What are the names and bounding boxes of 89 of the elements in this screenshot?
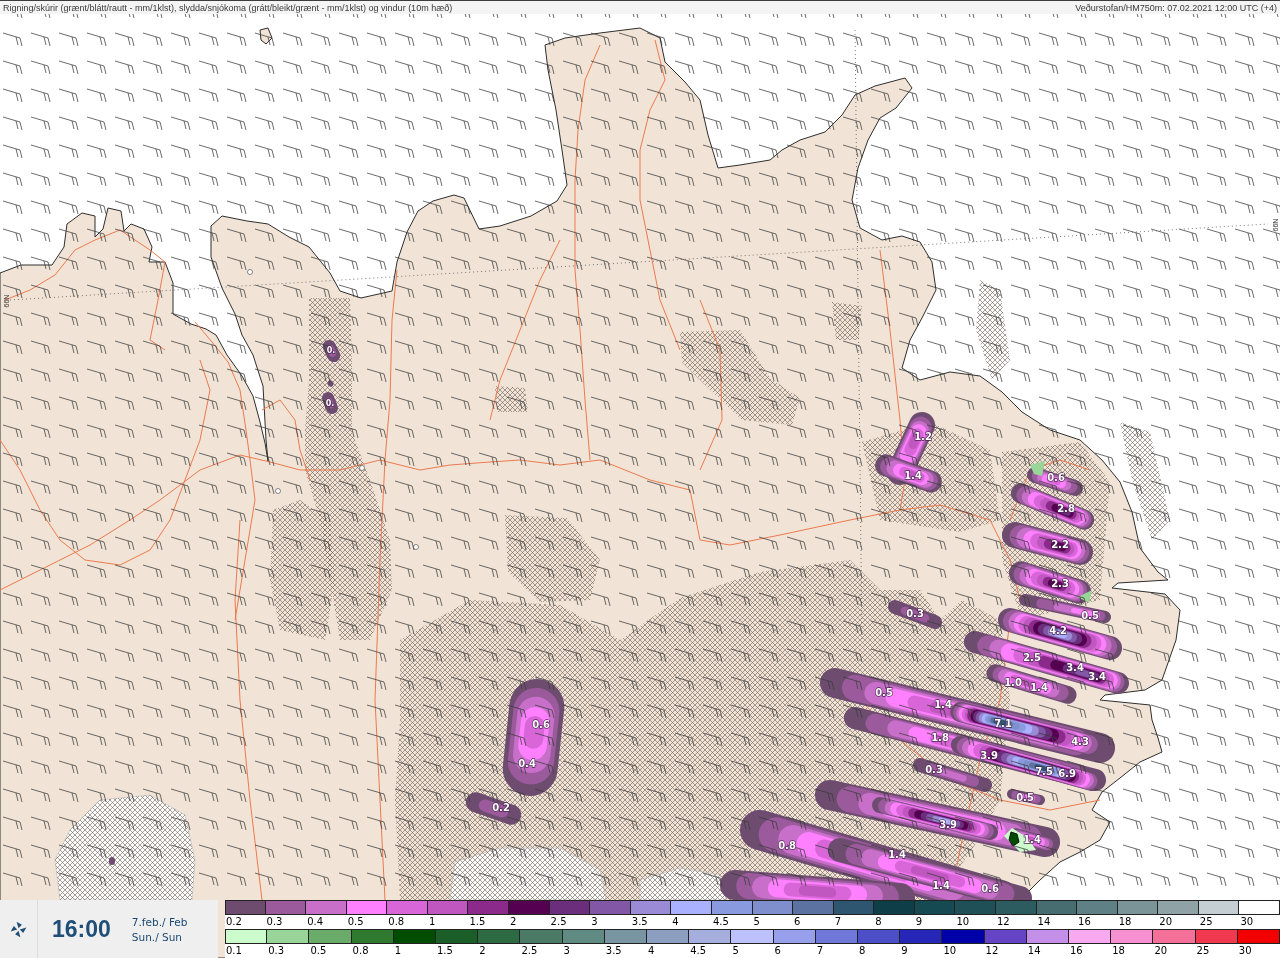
legend-value: 14: [1036, 915, 1051, 928]
legend-value: 25: [1198, 915, 1213, 928]
legend-value: 2.5: [520, 944, 538, 957]
precipitation-value: 0.2: [492, 801, 510, 813]
precipitation-value: 3.4: [1088, 670, 1106, 682]
pinwheel-icon: [10, 920, 27, 938]
legend-value: 4.5: [689, 944, 707, 957]
precipitation-value: 2.2: [1051, 538, 1069, 550]
date-label: 7.feb./ Feb: [131, 915, 188, 928]
precipitation-value: 0.8: [778, 839, 796, 851]
legend-value: 0.8: [351, 944, 369, 957]
legend-value: 18: [1111, 944, 1125, 957]
legend-value: 0.5: [346, 915, 364, 928]
legend-value: 6: [773, 944, 781, 957]
legend-value: 10: [942, 944, 957, 957]
legend-value: 1: [427, 915, 436, 928]
precipitation-value: 2.8: [1057, 502, 1075, 514]
time-label: 16:00: [52, 916, 111, 942]
precipitation-value: 4.3: [1071, 735, 1089, 747]
map-title: Rigning/skúrir (grænt/blátt/rautt - mm/1klst), slydda/snjókoma (grátt/bleikt/grænt - mm/1klst) og vindur (10m hæð): [3, 1, 453, 14]
legend-value: 4.5: [711, 915, 729, 928]
precipitation-value: 0.6: [532, 718, 550, 730]
precipitation-value: 0.5: [1081, 609, 1099, 621]
legend-value: 3: [590, 915, 598, 928]
legend-value: 12: [995, 915, 1010, 928]
legend-value: 0.3: [265, 915, 283, 928]
legend-value: 1.5: [468, 915, 486, 928]
precipitation-value: 1.4: [888, 848, 906, 860]
legend-value: 12: [984, 944, 999, 957]
legend-value: 2: [478, 944, 486, 957]
precipitation-value: 1.4: [932, 879, 950, 891]
legend-value: 1: [393, 944, 402, 957]
precipitation-value: 2.3: [1051, 577, 1069, 589]
precipitation-value: 1.4: [1030, 681, 1048, 693]
legend-value: 0.1: [225, 944, 242, 957]
legend-value: 3.5: [630, 915, 648, 928]
precipitation-value: 7.5: [1035, 765, 1053, 777]
legend-value: 16: [1069, 944, 1083, 957]
legend-value: 5: [731, 944, 739, 957]
legend-value: 20: [1153, 944, 1168, 957]
legend-value: 3: [562, 944, 570, 957]
precipitation-value: 0.3: [906, 607, 924, 619]
precipitation-value: 0.4: [518, 757, 536, 769]
precipitation-value: 1.0: [1004, 676, 1022, 688]
precipitation-value: 1.4: [934, 698, 952, 710]
legend-value: 30: [1239, 915, 1254, 928]
legend-value: 0.2: [225, 915, 242, 928]
precipitation-value: 0.5: [1016, 791, 1034, 803]
legend-value: 3.5: [604, 944, 622, 957]
precipitation-value: 3.4: [1066, 661, 1084, 673]
legend-value: 7: [815, 944, 824, 957]
legend-value: 9: [900, 944, 908, 957]
legend-value: 0.3: [267, 944, 285, 957]
legend-value: 10: [955, 915, 970, 928]
precipitation-value: 6.9: [1058, 767, 1076, 779]
model-run-info: Veðurstofan/HM750m: 07.02.2021 12:00 UTC (+4): [1075, 1, 1277, 14]
legend-value: 25: [1195, 944, 1210, 957]
legend-value: 30: [1237, 944, 1252, 957]
legend-value: 7: [833, 915, 841, 928]
precipitation-value: 1.4: [904, 469, 922, 481]
legend-value: 0.4: [306, 915, 324, 928]
legend-value: 14: [1026, 944, 1041, 957]
legend-value: 18: [1117, 915, 1132, 928]
legend-value: 6: [793, 915, 801, 928]
precipitation-value: 3.9: [939, 818, 957, 830]
legend-value: 9: [914, 915, 923, 928]
precipitation-value: 1.2: [914, 430, 932, 442]
weekday-label: Sun./ Sun: [131, 930, 183, 943]
legend-value: 2.5: [549, 915, 567, 928]
precipitation-value: 0.: [326, 345, 336, 355]
precipitation-value: 7.1: [994, 717, 1012, 729]
legend-value: 8: [874, 915, 882, 928]
legend-value: 0.5: [309, 944, 327, 957]
legend-value: 20: [1158, 915, 1172, 928]
precipitation-value: 0.5: [875, 686, 893, 698]
legend-value: 0.8: [387, 915, 405, 928]
legend-value: 8: [858, 944, 866, 957]
legend-value: 4: [671, 915, 679, 928]
legend-value: 16: [1077, 915, 1091, 928]
legend-value: 4: [647, 944, 655, 957]
precipitation-value: 0.3: [925, 763, 943, 775]
legend-value: 5: [752, 915, 760, 928]
precipitation-value: 2.5: [1023, 651, 1041, 663]
precipitation-value: 0.6: [1047, 471, 1065, 483]
precipitation-value: 0.: [325, 398, 335, 408]
legend-value: 2: [509, 915, 517, 928]
legend-value: 1.5: [436, 944, 453, 957]
precipitation-value: 3.9: [980, 749, 998, 761]
precipitation-value: 0.6: [981, 882, 999, 894]
